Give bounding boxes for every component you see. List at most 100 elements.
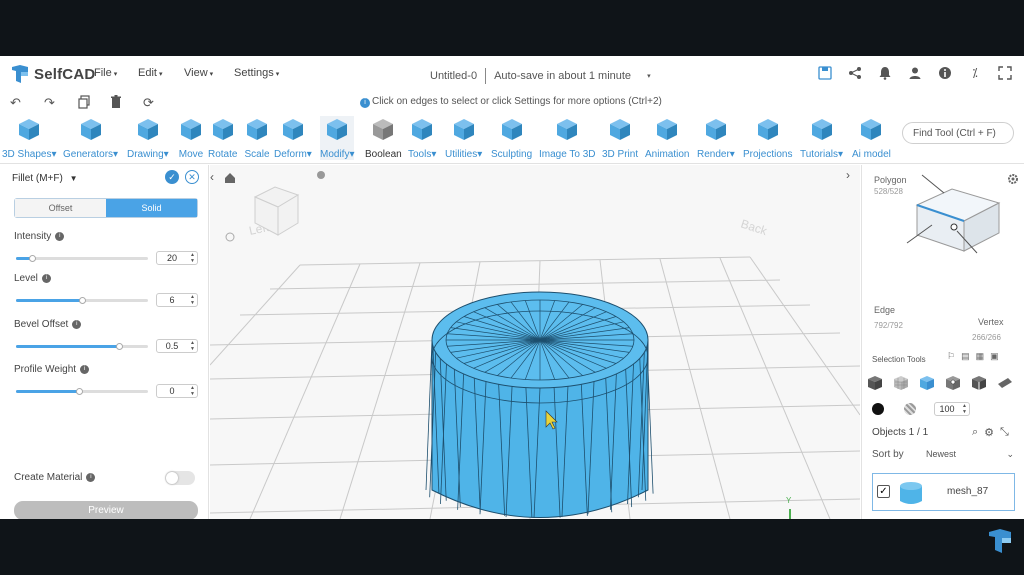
profile-weight-info-icon[interactable]: i <box>80 364 90 374</box>
document-title[interactable]: Untitled-0 <box>430 70 477 82</box>
preview-button[interactable]: Preview <box>14 501 198 519</box>
3d-viewport[interactable]: Left Back ‹ Y › <box>210 165 860 519</box>
tool-modify[interactable]: Modify▾ <box>320 116 355 160</box>
svg-text:›: › <box>846 168 850 182</box>
object-name[interactable]: mesh_87 <box>947 486 988 497</box>
camera-light-icon[interactable] <box>317 171 325 179</box>
search-icon[interactable]: ⌕ <box>972 426 978 439</box>
tools-icon <box>412 119 433 140</box>
create-material-toggle[interactable] <box>165 471 195 485</box>
find-tool-input[interactable]: Find Tool (Ctrl + F) <box>902 122 1014 144</box>
menu-file[interactable]: File ▾ <box>94 67 117 79</box>
edge-label[interactable]: Edge <box>874 305 895 315</box>
intensity-input[interactable]: 20 ▲ ▼ <box>156 251 198 265</box>
tool-generators[interactable]: Generators▾ <box>63 116 118 160</box>
tool-3d-print[interactable]: 3D Print <box>602 116 638 160</box>
object-list-item[interactable]: ✓ mesh_87 <box>872 473 1015 511</box>
intensity-slider[interactable] <box>16 255 148 262</box>
tab-offset[interactable]: Offset <box>15 199 106 217</box>
tool-3d-shapes[interactable]: 3D Shapes▾ <box>2 116 57 160</box>
tool-boolean[interactable]: Boolean <box>365 116 402 160</box>
face-select-icon[interactable] <box>892 374 910 392</box>
level-slider[interactable] <box>16 297 148 304</box>
app-logo[interactable]: SelfCAD <box>10 64 95 84</box>
bell-icon[interactable] <box>878 66 892 80</box>
back-arrow-icon[interactable]: ‹ <box>210 170 214 184</box>
vertex-select-icon[interactable] <box>944 374 962 392</box>
tool-move[interactable]: Move <box>178 116 204 160</box>
tool-projections[interactable]: Projections <box>743 116 792 160</box>
plane-select-icon[interactable] <box>996 374 1014 392</box>
tool-animation[interactable]: Animation <box>645 116 689 160</box>
confirm-button[interactable]: ✓ <box>165 170 179 184</box>
info-icon[interactable] <box>938 66 952 80</box>
bevel-offset-info-icon[interactable]: i <box>72 319 82 329</box>
opacity-input[interactable]: 100 ▲ ▼ <box>934 402 970 416</box>
orbit-target-icon[interactable] <box>225 232 235 242</box>
viewport-canvas[interactable]: Left Back ‹ Y › <box>210 165 860 519</box>
profile-weight-slider[interactable] <box>16 388 148 395</box>
selection-mode-icons <box>866 374 1014 392</box>
autosave-dropdown-icon[interactable]: ▾ <box>647 72 651 80</box>
copy-icon[interactable] <box>78 95 90 109</box>
tool-sculpting[interactable]: Sculpting <box>491 116 532 160</box>
cylinder-mesh[interactable] <box>425 291 654 519</box>
edge-select-icon[interactable] <box>970 374 988 392</box>
reset-icon[interactable]: ⟳ <box>143 95 154 111</box>
sort-select[interactable]: Newest ⌄ <box>926 449 1014 460</box>
level-input[interactable]: 6 ▲ ▼ <box>156 293 198 307</box>
gear-icon[interactable]: ⚙ <box>984 426 994 439</box>
select-hidden-icon[interactable]: ▦ <box>976 351 985 362</box>
tab-solid[interactable]: Solid <box>106 199 197 217</box>
percent-icon[interactable]: ⁒ <box>968 66 982 80</box>
tool-render[interactable]: Render▾ <box>697 116 735 160</box>
menu-edit[interactable]: Edit ▾ <box>138 67 162 79</box>
polygon-select-icon[interactable] <box>918 374 936 392</box>
tool-deform[interactable]: Deform▾ <box>274 116 312 160</box>
vertex-label[interactable]: Vertex <box>978 317 1004 327</box>
image-to-3d-icon <box>557 119 578 140</box>
settings-gear-icon[interactable] <box>1007 173 1019 185</box>
user-icon[interactable] <box>908 66 922 80</box>
tool-image-to-3d[interactable]: Image To 3D <box>539 116 596 160</box>
level-info-icon[interactable]: i <box>41 273 51 283</box>
color-swatch[interactable] <box>872 403 884 415</box>
collapse-right-panel-icon[interactable]: › <box>846 168 850 182</box>
tool-rotate[interactable]: Rotate <box>208 116 237 160</box>
axis-y-label: Y <box>786 496 792 505</box>
share-icon[interactable] <box>848 66 862 80</box>
select-cube-icon[interactable]: ▣ <box>990 351 999 362</box>
app-window: SelfCAD File ▾ Edit ▾ View ▾ Settings ▾ Unti… <box>0 56 1024 519</box>
tool-label: Scale <box>244 149 270 160</box>
save-icon[interactable] <box>818 66 832 80</box>
tool-utilities[interactable]: Utilities▾ <box>445 116 482 160</box>
home-icon[interactable] <box>225 173 235 183</box>
panel-title[interactable]: Fillet (M+F) ▼ <box>12 173 78 184</box>
menu-view[interactable]: View ▾ <box>184 67 213 79</box>
select-all-icon[interactable]: ▤ <box>961 351 970 362</box>
menu-settings[interactable]: Settings ▾ <box>234 67 279 79</box>
profile-weight-input[interactable]: 0 ▲ ▼ <box>156 384 198 398</box>
object-select-icon[interactable] <box>866 374 884 392</box>
tool-tutorials[interactable]: Tutorials▾ <box>800 116 843 160</box>
intensity-info-icon[interactable]: i <box>55 231 65 241</box>
tool-label: Move <box>178 149 204 160</box>
create-material-info-icon[interactable]: i <box>86 472 96 482</box>
tool-drawing[interactable]: Drawing▾ <box>127 116 169 160</box>
tool-ai-model[interactable]: Ai model <box>852 116 891 160</box>
bevel-offset-slider[interactable] <box>16 343 148 350</box>
minimize-icon[interactable]: ⤡ <box>1000 426 1009 439</box>
bevel-offset-input[interactable]: 0.5 ▲ ▼ <box>156 339 198 353</box>
polygon-label[interactable]: Polygon <box>874 175 907 185</box>
tool-tools[interactable]: Tools▾ <box>408 116 436 160</box>
close-panel-button[interactable]: ✕ <box>185 170 199 184</box>
redo-icon[interactable]: ↷ <box>44 95 55 111</box>
document-title-area: Untitled-0 Auto-save in about 1 minute ▾ <box>430 68 651 84</box>
texture-swatch[interactable] <box>904 403 916 415</box>
undo-icon[interactable]: ↶ <box>10 95 21 111</box>
object-visibility-checkbox[interactable]: ✓ <box>877 485 890 498</box>
fullscreen-icon[interactable] <box>998 66 1012 80</box>
paint-select-icon[interactable]: ⚐ <box>947 351 955 362</box>
trash-icon[interactable] <box>110 95 122 109</box>
tool-scale[interactable]: Scale <box>244 116 270 160</box>
